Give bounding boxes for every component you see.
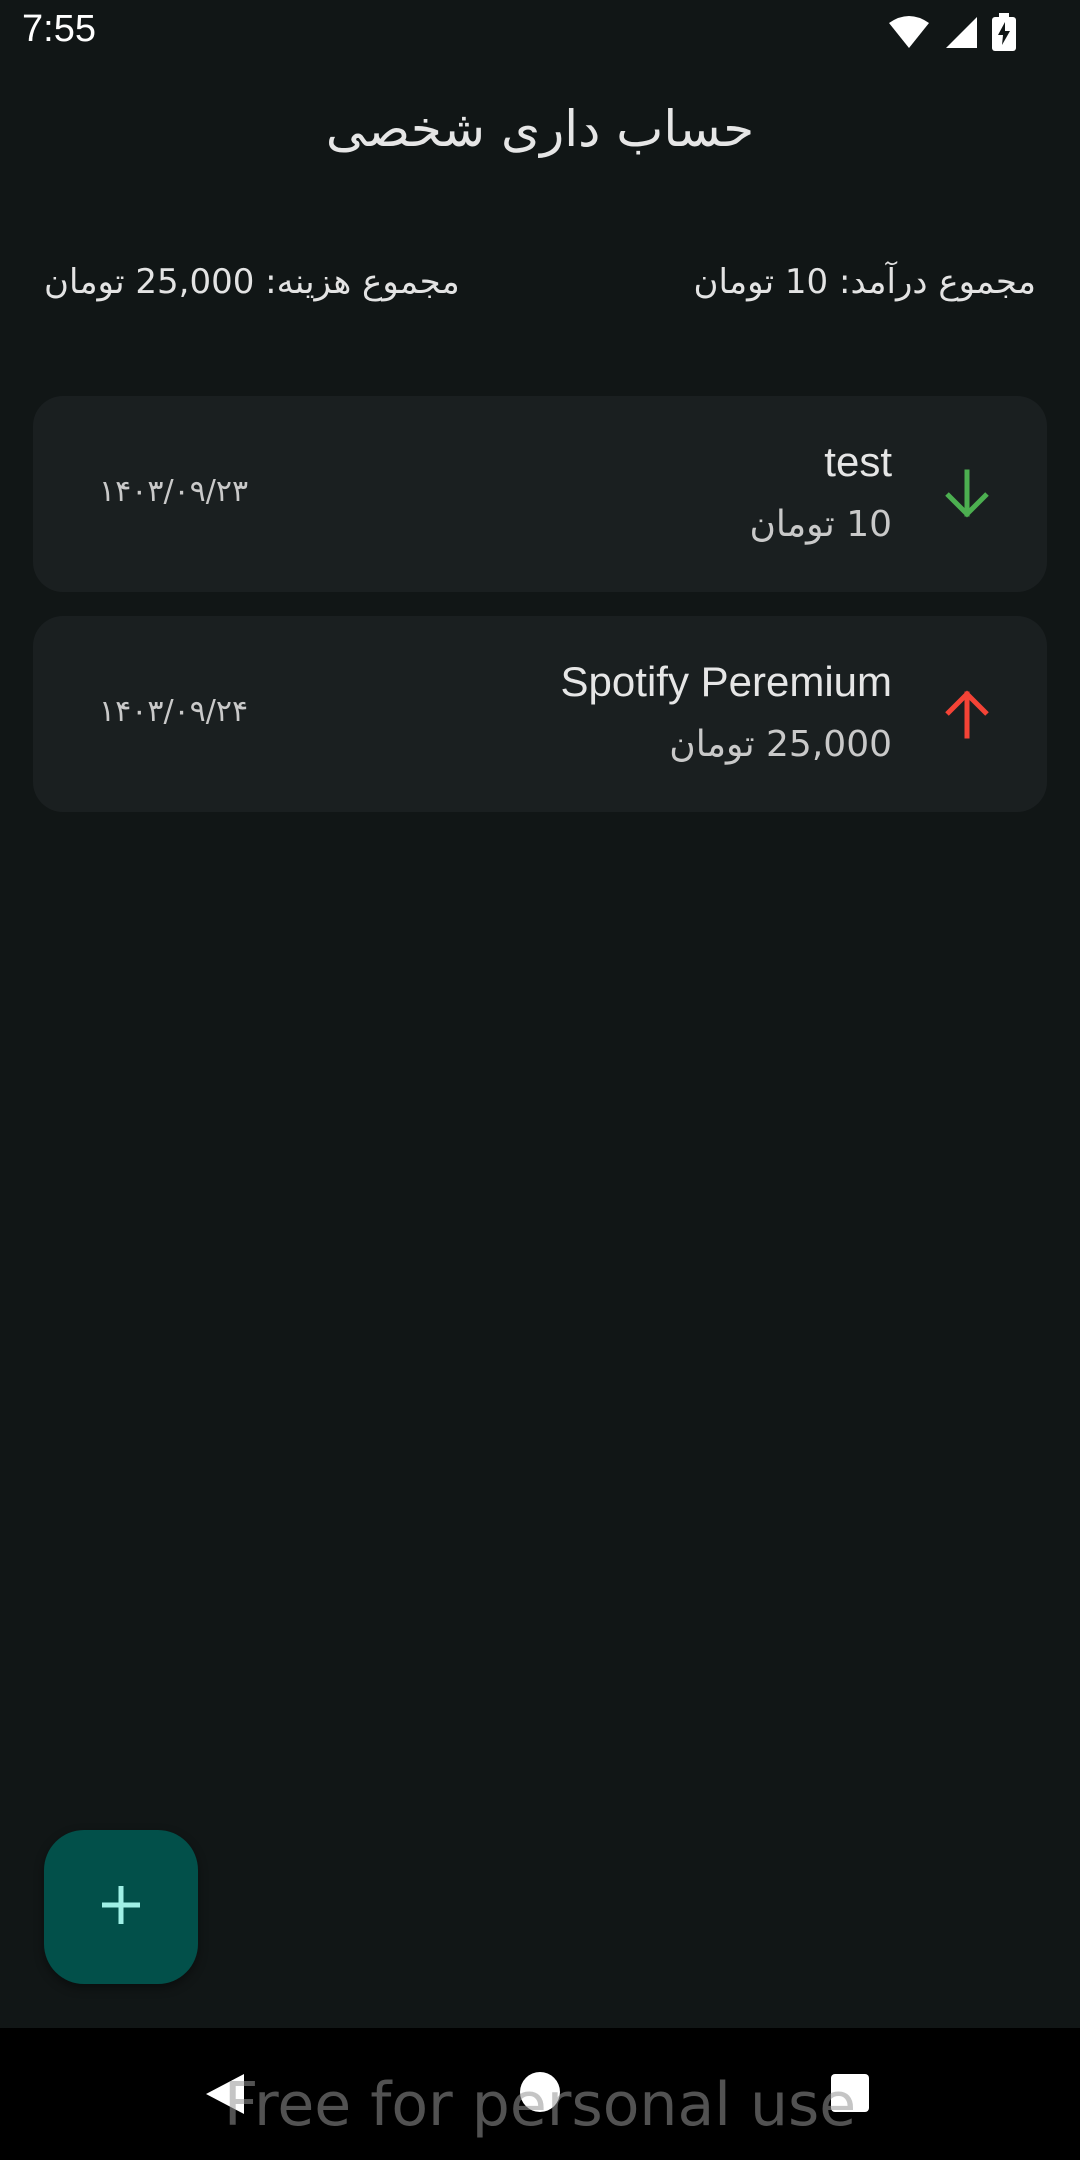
transaction-date: ۱۴۰۳/۰۹/۲۴	[99, 694, 249, 729]
back-icon[interactable]	[204, 2072, 246, 2120]
transaction-amount: 10 تومان	[749, 504, 892, 545]
arrow-down-icon	[937, 464, 997, 524]
cellular-signal-icon	[944, 15, 978, 49]
total-income: مجموع درآمد: 10 تومان	[693, 262, 1036, 302]
add-transaction-button[interactable]	[44, 1830, 198, 1984]
transaction-title: test	[824, 438, 892, 485]
transaction-amount: 25,000 تومان	[669, 724, 892, 765]
transaction-card[interactable]: test 10 تومان ۱۴۰۳/۰۹/۲۳	[33, 396, 1047, 592]
battery-charging-icon	[992, 13, 1016, 51]
totals-row: مجموع درآمد: 10 تومان مجموع هزینه: 25,00…	[44, 262, 1036, 312]
page-title: حساب داری شخصی	[325, 100, 755, 158]
status-bar: 7:55	[0, 0, 1080, 66]
arrow-up-icon	[937, 684, 997, 744]
home-icon[interactable]	[520, 2072, 560, 2112]
status-time: 7:55	[22, 8, 96, 50]
total-expense: مجموع هزینه: 25,000 تومان	[44, 262, 460, 302]
transaction-card[interactable]: Spotify Peremium 25,000 تومان ۱۴۰۳/۰۹/۲۴	[33, 616, 1047, 812]
wifi-icon	[888, 15, 930, 49]
recents-icon[interactable]	[831, 2074, 869, 2112]
transaction-title: Spotify Peremium	[560, 658, 892, 705]
navigation-bar	[0, 2028, 1080, 2160]
screen: 7:55 حساب داری شخصی مجموع درآمد: 10 توما…	[0, 0, 1080, 2160]
transaction-date: ۱۴۰۳/۰۹/۲۳	[99, 474, 249, 509]
plus-icon	[98, 1882, 144, 1932]
status-icons	[888, 12, 1016, 52]
